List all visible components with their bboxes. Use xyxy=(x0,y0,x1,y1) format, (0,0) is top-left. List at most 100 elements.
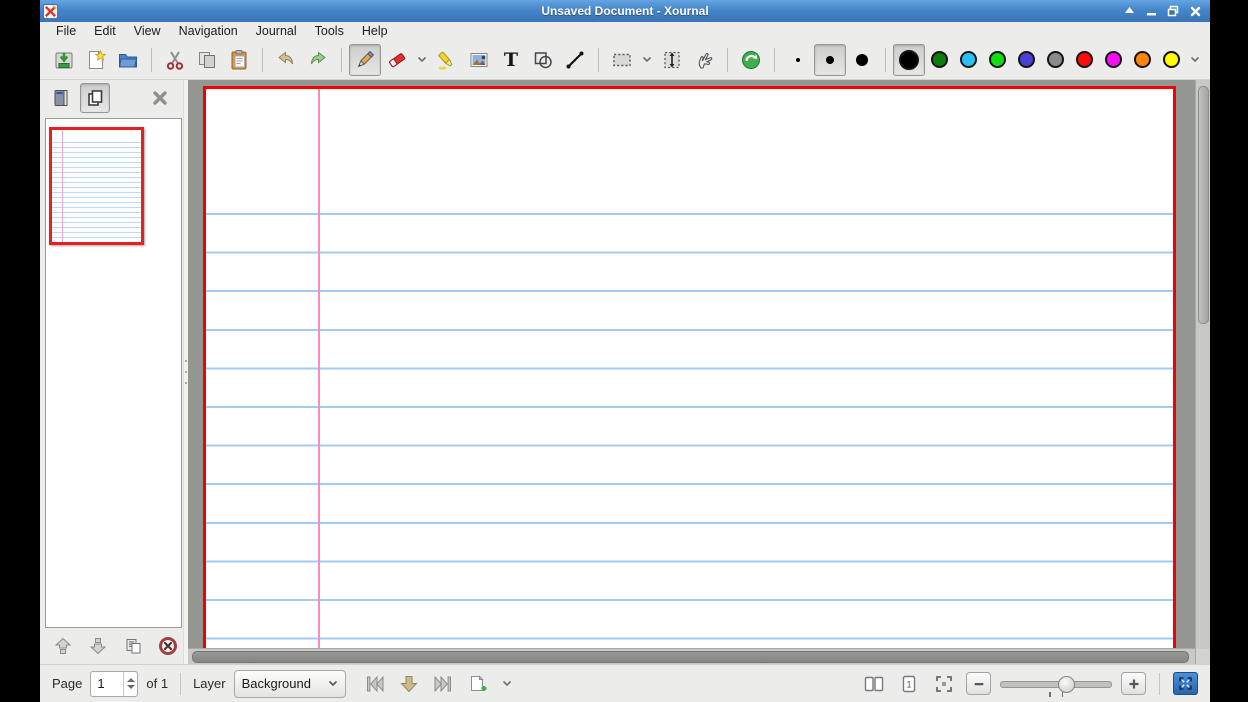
color-magenta-button[interactable] xyxy=(1099,44,1128,76)
select-options-chevron[interactable] xyxy=(640,45,654,75)
color-dark-green-button[interactable] xyxy=(925,44,954,76)
page-down-button[interactable] xyxy=(86,634,110,658)
document-page[interactable] xyxy=(203,86,1176,648)
default-pen-button[interactable] xyxy=(735,44,767,76)
color-orange-button[interactable] xyxy=(1128,44,1157,76)
zoom-slider[interactable] xyxy=(1000,672,1112,696)
vertical-scrollbar-thumb[interactable] xyxy=(1198,86,1209,324)
thumbnail-margin-line xyxy=(62,130,63,242)
rollup-button[interactable] xyxy=(1122,4,1136,18)
next-page-down-button[interactable] xyxy=(396,671,422,697)
canvas-column xyxy=(188,80,1195,664)
pen-size-thick-button[interactable] xyxy=(846,44,878,76)
undo-button[interactable] xyxy=(270,44,302,76)
text-tool-button[interactable]: T xyxy=(495,44,527,76)
new-button[interactable] xyxy=(80,44,112,76)
menu-edit[interactable]: Edit xyxy=(85,23,125,39)
medium-dot-icon xyxy=(826,56,834,64)
layers-book-icon xyxy=(51,88,71,108)
horizontal-scrollbar[interactable] xyxy=(188,648,1195,664)
menu-file[interactable]: File xyxy=(47,23,85,39)
layer-combobox-value: Background xyxy=(242,676,318,691)
zoom-fit-button[interactable] xyxy=(931,671,957,697)
close-button[interactable] xyxy=(1188,4,1202,18)
rect-select-button[interactable] xyxy=(606,44,638,76)
save-button[interactable] xyxy=(48,44,80,76)
open-folder-icon xyxy=(117,49,139,71)
sidebar-tab-layers[interactable] xyxy=(46,83,76,113)
page-thumbnail-selected[interactable] xyxy=(49,127,144,245)
ruler-tool-button[interactable] xyxy=(559,44,591,76)
layer-combobox[interactable]: Background xyxy=(234,670,346,698)
page-number-value: 1 xyxy=(91,676,123,691)
sidebar-tab-pages[interactable] xyxy=(80,83,110,113)
hand-tool-button[interactable] xyxy=(688,44,720,76)
menu-view[interactable]: View xyxy=(125,23,170,39)
canvas-viewport[interactable] xyxy=(188,80,1195,648)
thumbnail-rules xyxy=(52,142,141,242)
scrollbar-corner xyxy=(1196,649,1210,664)
restore-button[interactable] xyxy=(1166,4,1180,18)
zoom-out-button[interactable] xyxy=(966,672,991,695)
spin-up-icon[interactable] xyxy=(127,678,135,682)
horizontal-scrollbar-thumb[interactable] xyxy=(192,651,1189,663)
color-blue-button[interactable] xyxy=(1012,44,1041,76)
eraser-options-chevron[interactable] xyxy=(415,45,429,75)
page-spinbox[interactable]: 1 xyxy=(90,671,138,697)
color-light-blue-button[interactable] xyxy=(954,44,983,76)
eraser-tool-button[interactable] xyxy=(381,44,413,76)
duplicate-page-button[interactable] xyxy=(121,634,145,658)
color-black-button[interactable] xyxy=(893,44,925,76)
spin-down-icon[interactable] xyxy=(127,685,135,689)
color-light-blue-icon xyxy=(960,51,977,68)
default-pen-icon xyxy=(740,49,762,71)
pen-tool-button[interactable] xyxy=(349,44,381,76)
page-options-chevron[interactable] xyxy=(500,669,514,699)
sidebar-close-button[interactable] xyxy=(145,83,175,113)
one-to-one-zoom-button[interactable]: 1 xyxy=(896,671,922,697)
color-options-chevron[interactable] xyxy=(1188,45,1202,75)
paste-button[interactable] xyxy=(223,44,255,76)
menu-navigation[interactable]: Navigation xyxy=(170,23,247,39)
shape-recognizer-button[interactable] xyxy=(527,44,559,76)
zoom-slider-handle[interactable] xyxy=(1058,676,1075,693)
vertical-space-button[interactable] xyxy=(656,44,688,76)
pen-size-medium-button[interactable] xyxy=(814,44,846,76)
delete-page-button[interactable] xyxy=(156,634,180,658)
new-document-icon xyxy=(85,49,107,71)
first-page-button[interactable] xyxy=(362,671,388,697)
menu-help[interactable]: Help xyxy=(353,23,397,39)
color-gray-button[interactable] xyxy=(1041,44,1070,76)
menu-journal[interactable]: Journal xyxy=(247,23,306,39)
fullscreen-button[interactable] xyxy=(1173,672,1198,695)
title-bar[interactable]: Unsaved Document - Xournal xyxy=(40,0,1210,22)
color-yellow-icon xyxy=(1163,51,1180,68)
highlighter-tool-button[interactable] xyxy=(431,44,463,76)
new-page-after-button[interactable] xyxy=(464,671,490,697)
color-red-button[interactable] xyxy=(1070,44,1099,76)
menu-tools[interactable]: Tools xyxy=(306,23,353,39)
copy-button[interactable] xyxy=(191,44,223,76)
image-tool-button[interactable] xyxy=(463,44,495,76)
page-down-icon xyxy=(88,636,108,656)
minus-icon xyxy=(973,678,985,690)
page-spinner-arrows[interactable] xyxy=(123,672,137,696)
zoom-in-button[interactable] xyxy=(1121,672,1146,695)
vertical-scrollbar[interactable] xyxy=(1195,80,1210,664)
last-page-button[interactable] xyxy=(430,671,456,697)
one-to-one-icon: 1 xyxy=(899,674,919,694)
color-dark-green-icon xyxy=(931,51,948,68)
color-yellow-button[interactable] xyxy=(1157,44,1186,76)
pen-size-fine-button[interactable] xyxy=(782,44,814,76)
color-gray-icon xyxy=(1047,51,1064,68)
open-button[interactable] xyxy=(112,44,144,76)
page-up-button[interactable] xyxy=(51,634,75,658)
vertical-scrollbar-track[interactable] xyxy=(1196,80,1210,649)
cut-button[interactable] xyxy=(159,44,191,76)
zoom-slider-track[interactable] xyxy=(1000,681,1112,688)
redo-button[interactable] xyxy=(302,44,334,76)
last-page-icon xyxy=(433,675,453,693)
color-green-button[interactable] xyxy=(983,44,1012,76)
dual-page-view-button[interactable] xyxy=(861,671,887,697)
minimize-button[interactable] xyxy=(1144,4,1158,18)
